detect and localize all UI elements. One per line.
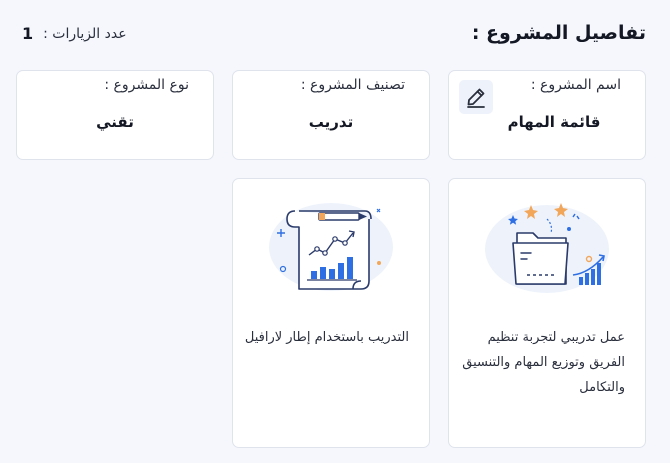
visits-counter: عدد الزيارات : 1 bbox=[18, 24, 127, 43]
media-card-2-description: التدريب باستخدام إطار لارافيل bbox=[244, 330, 409, 345]
project-name-card: اسم المشروع : قائمة المهام bbox=[448, 70, 646, 160]
project-category-label: تصنيف المشروع : bbox=[300, 77, 405, 93]
media-card-1[interactable]: عمل تدريبي لتجربة تنظيم الفريق وتوزيع ال… bbox=[448, 178, 646, 448]
media-card-2[interactable]: التدريب باستخدام إطار لارافيل bbox=[232, 178, 430, 448]
visits-label: عدد الزيارات : bbox=[43, 25, 127, 42]
pencil-icon bbox=[464, 85, 488, 109]
project-category-value: تدريب bbox=[308, 113, 354, 131]
folder-growth-chart-illustration bbox=[469, 189, 625, 299]
page-title: تفاصيل المشروع : bbox=[471, 22, 646, 44]
project-name-value: قائمة المهام bbox=[507, 113, 601, 131]
project-category-card: تصنيف المشروع : تدريب bbox=[232, 70, 430, 160]
document-chart-illustration bbox=[253, 189, 409, 299]
edit-button[interactable] bbox=[459, 80, 493, 114]
project-type-value: تقني bbox=[96, 113, 134, 131]
project-name-label: اسم المشروع : bbox=[530, 77, 621, 93]
media-card-1-description: عمل تدريبي لتجربة تنظيم الفريق وتوزيع ال… bbox=[462, 330, 625, 395]
visits-value: 1 bbox=[22, 24, 34, 43]
project-type-card: نوع المشروع : تقني bbox=[16, 70, 214, 160]
project-type-label: نوع المشروع : bbox=[104, 77, 189, 93]
